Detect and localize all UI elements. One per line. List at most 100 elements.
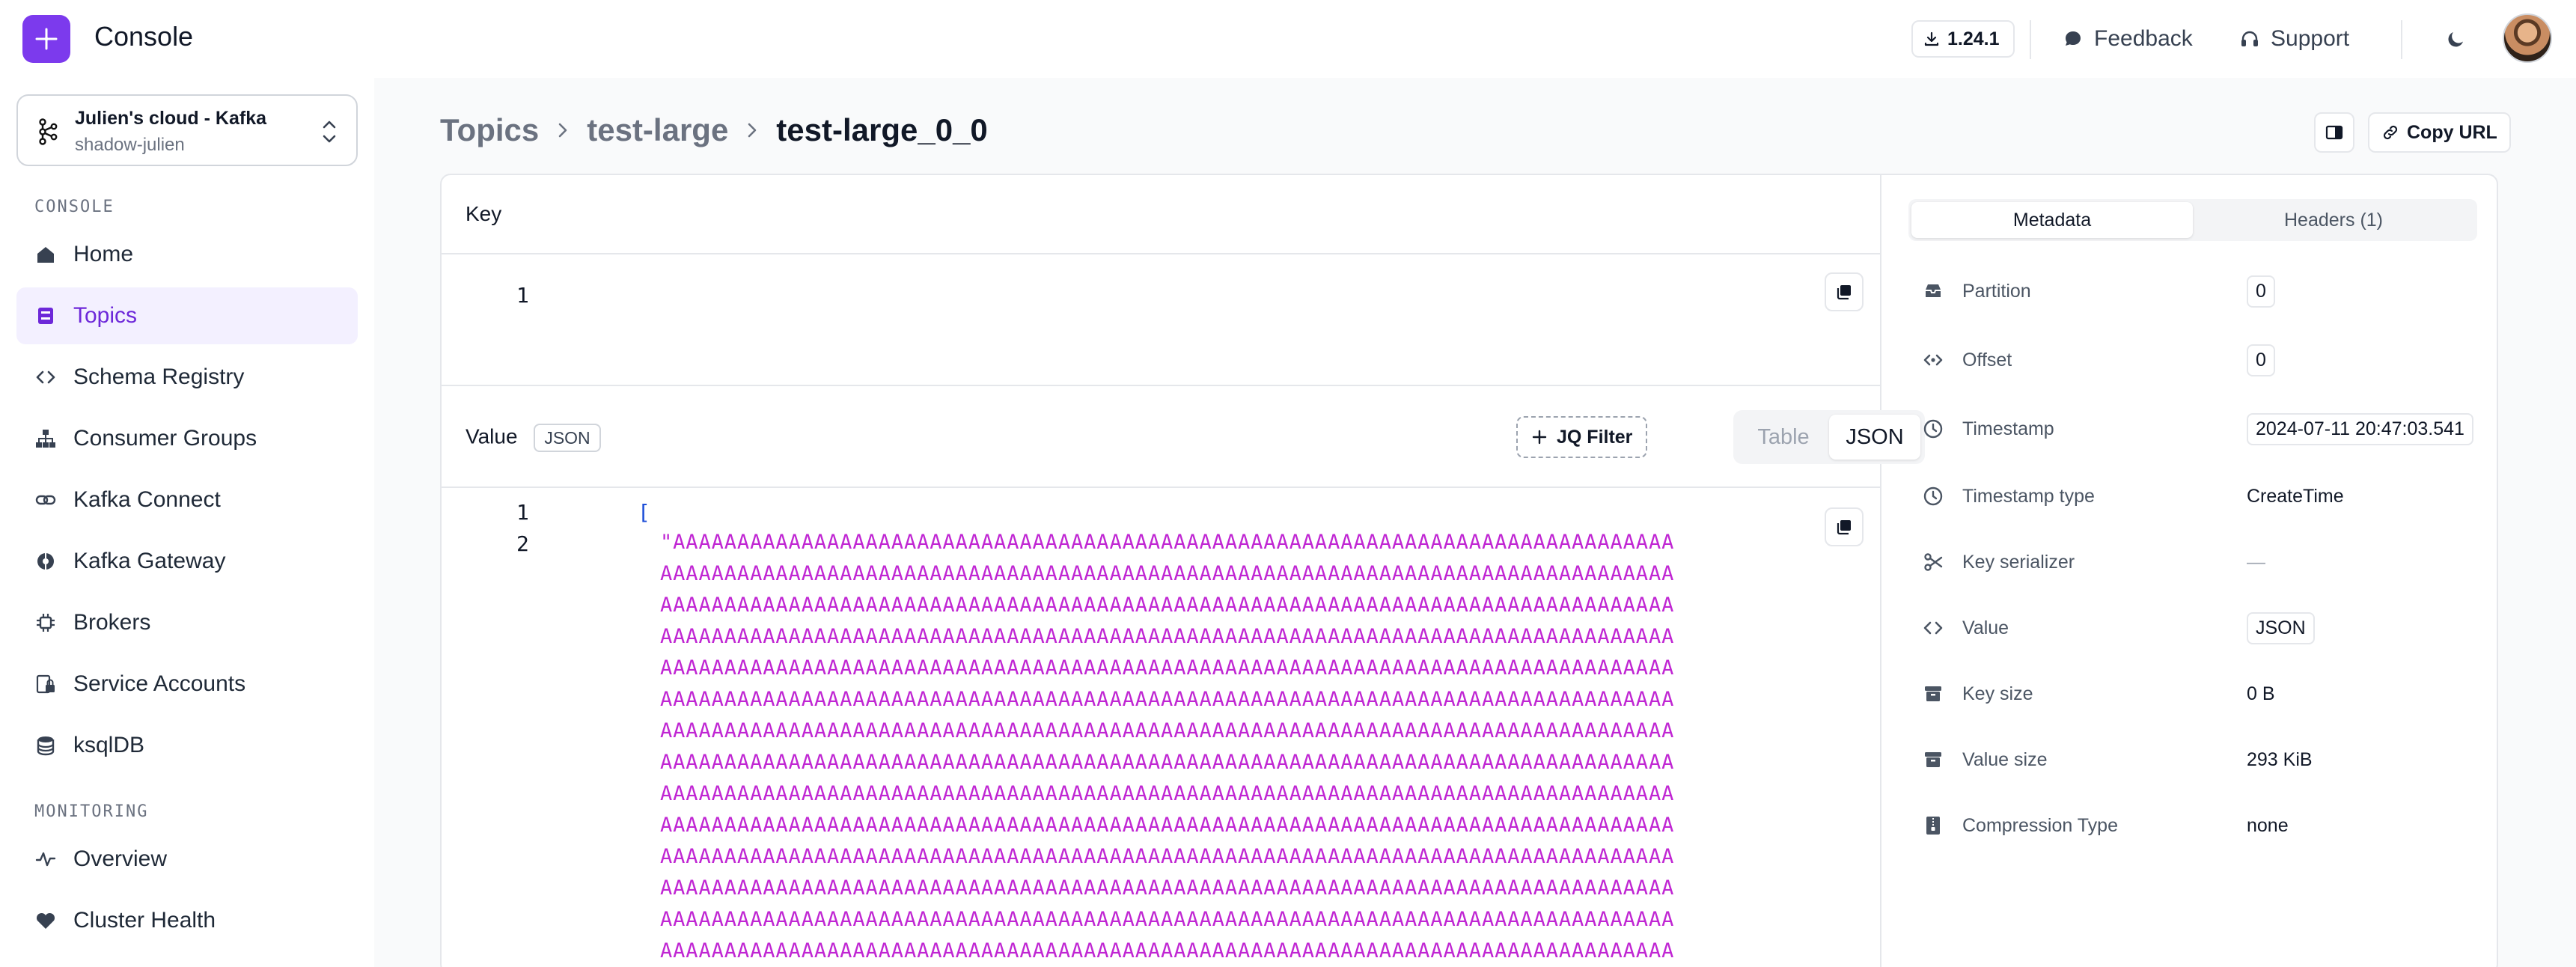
code-line: AAAAAAAAAAAAAAAAAAAAAAAAAAAAAAAAAAAAAAAA… bbox=[660, 908, 1675, 931]
value-label: Value bbox=[466, 424, 518, 448]
chevron-up-down-icon bbox=[323, 121, 336, 143]
headset-icon bbox=[2241, 31, 2258, 46]
code-line: AAAAAAAAAAAAAAAAAAAAAAAAAAAAAAAAAAAAAAAA… bbox=[660, 751, 1675, 774]
breadcrumb-topics[interactable]: Topics bbox=[440, 112, 539, 148]
chevron-right-icon bbox=[558, 123, 567, 138]
copy-icon bbox=[1837, 520, 1851, 535]
meta-value-size: Value size 293 KiB bbox=[1922, 741, 2476, 778]
compression-label: Compression Type bbox=[1962, 814, 2118, 836]
cluster-selector[interactable]: Julien's cloud - Kafka shadow-julien bbox=[16, 94, 358, 166]
cluster-name: Julien's cloud - Kafka bbox=[75, 108, 267, 129]
chat-bubble-icon bbox=[2066, 31, 2081, 46]
value-format-value: JSON bbox=[2247, 611, 2315, 644]
jq-filter-label: JQ Filter bbox=[1557, 426, 1633, 448]
copy-url-button[interactable]: Copy URL bbox=[2368, 112, 2511, 153]
message-content: Key 1 Value JSON JQ Filter Table JSON 1 … bbox=[442, 175, 1925, 967]
theme-toggle-button[interactable] bbox=[2440, 22, 2473, 55]
tab-headers[interactable]: Headers (1) bbox=[2193, 202, 2474, 238]
value-editor[interactable]: 1 [ 2 "AAAAAAAAAAAAAAAAAAAAAAAAAAAAAAAAA… bbox=[442, 488, 1880, 967]
gateway-icon bbox=[31, 547, 60, 576]
sidebar-item-cluster-health[interactable]: Cluster Health bbox=[16, 892, 358, 949]
line-number: 1 bbox=[516, 283, 529, 308]
compression-value: none bbox=[2247, 814, 2289, 836]
key-editor[interactable]: 1 bbox=[442, 254, 1880, 386]
sidebar-item-home[interactable]: Home bbox=[16, 226, 358, 283]
timestamp-type-label: Timestamp type bbox=[1962, 485, 2095, 507]
sidebar-item-consumer-groups[interactable]: Consumer Groups bbox=[16, 410, 358, 467]
divider bbox=[2030, 20, 2031, 59]
sidebar-item-label: Service Accounts bbox=[73, 671, 246, 696]
sidebar-item-overview[interactable]: Overview bbox=[16, 831, 358, 888]
sidebar-item-ksqldb[interactable]: ksqlDB bbox=[16, 717, 358, 774]
archive-icon bbox=[1922, 683, 1944, 705]
zip-file-icon bbox=[1922, 814, 1944, 837]
meta-offset: Offset 0 bbox=[1922, 341, 2476, 379]
chevron-right-icon bbox=[748, 123, 757, 138]
code-line: AAAAAAAAAAAAAAAAAAAAAAAAAAAAAAAAAAAAAAAA… bbox=[660, 594, 1675, 617]
breadcrumb-topic[interactable]: test-large bbox=[587, 112, 728, 148]
plus-icon bbox=[1532, 430, 1547, 445]
sidebar-item-label: Consumer Groups bbox=[73, 426, 257, 451]
cluster-subtitle: shadow-julien bbox=[75, 135, 185, 155]
jq-filter-button[interactable]: JQ Filter bbox=[1516, 416, 1648, 458]
sidebar-item-brokers[interactable]: Brokers bbox=[16, 594, 358, 651]
copy-url-label: Copy URL bbox=[2407, 121, 2497, 143]
tab-metadata[interactable]: Metadata bbox=[1911, 202, 2193, 238]
feedback-label: Feedback bbox=[2094, 26, 2193, 51]
value-format-label: Value bbox=[1962, 617, 2009, 638]
copy-key-button[interactable] bbox=[1825, 272, 1864, 311]
meta-timestamp-type: Timestamp type CreateTime bbox=[1922, 478, 2476, 515]
partition-label: Partition bbox=[1962, 280, 2031, 302]
sidebar-item-label: Kafka Gateway bbox=[73, 549, 226, 573]
sidebar-item-kafka-gateway[interactable]: Kafka Gateway bbox=[16, 533, 358, 590]
divider bbox=[2401, 20, 2402, 59]
meta-compression: Compression Type none bbox=[1922, 807, 2476, 844]
meta-key-serializer: Key serializer — bbox=[1922, 543, 2476, 581]
clock-icon bbox=[1922, 418, 1944, 440]
key-serializer-value: — bbox=[2247, 551, 2265, 573]
metadata-tabs: Metadata Headers (1) bbox=[1908, 199, 2477, 241]
code-line: AAAAAAAAAAAAAAAAAAAAAAAAAAAAAAAAAAAAAAAA… bbox=[660, 625, 1675, 648]
database-icon bbox=[31, 731, 60, 760]
key-serializer-label: Key serializer bbox=[1962, 551, 2075, 573]
copy-value-button[interactable] bbox=[1825, 507, 1864, 546]
sidebar-item-label: Kafka Connect bbox=[73, 487, 221, 512]
meta-timestamp: Timestamp 2024-07-11 20:47:03.541 bbox=[1922, 410, 2476, 448]
version-button[interactable]: 1.24.1 bbox=[1911, 20, 2015, 58]
key-header: Key bbox=[442, 175, 1880, 254]
support-button[interactable]: Support bbox=[2239, 22, 2349, 55]
code-line: AAAAAAAAAAAAAAAAAAAAAAAAAAAAAAAAAAAAAAAA… bbox=[660, 876, 1675, 900]
sidebar-item-label: ksqlDB bbox=[73, 733, 145, 757]
key-size-label: Key size bbox=[1962, 683, 2033, 704]
heart-icon bbox=[31, 906, 60, 935]
version-label: 1.24.1 bbox=[1947, 28, 2000, 49]
meta-key-size: Key size 0 B bbox=[1922, 675, 2476, 713]
user-avatar[interactable] bbox=[2503, 13, 2552, 63]
breadcrumb: Topics test-large test-large_0_0 bbox=[440, 112, 988, 148]
code-icon bbox=[31, 363, 60, 391]
view-table-button[interactable]: Table bbox=[1738, 415, 1829, 460]
console-logo-icon[interactable] bbox=[22, 15, 70, 63]
sidebar-item-service-accounts[interactable]: Service Accounts bbox=[16, 656, 358, 713]
partition-icon bbox=[1922, 280, 1944, 302]
moon-icon bbox=[2448, 32, 2463, 47]
scissors-icon bbox=[1922, 551, 1944, 573]
meta-partition: Partition 0 bbox=[1922, 272, 2476, 310]
section-label-console: CONSOLE bbox=[34, 198, 115, 216]
timestamp-value: 2024-07-11 20:47:03.541 bbox=[2247, 412, 2473, 445]
sidebar-item-label: Home bbox=[73, 242, 134, 266]
offset-label: Offset bbox=[1962, 349, 2012, 370]
feedback-button[interactable]: Feedback bbox=[2063, 22, 2193, 55]
toggle-side-panel-button[interactable] bbox=[2314, 112, 2354, 153]
app-title: Console bbox=[94, 21, 194, 52]
sidebar-item-kafka-connect[interactable]: Kafka Connect bbox=[16, 472, 358, 528]
support-label: Support bbox=[2271, 26, 2350, 51]
kafka-icon bbox=[39, 118, 58, 145]
sidebar-item-topics[interactable]: Topics bbox=[16, 287, 358, 344]
clock-icon bbox=[1922, 485, 1944, 507]
link-chain-icon bbox=[2383, 125, 2398, 140]
sidebar-item-label: Schema Registry bbox=[73, 364, 245, 389]
link-icon bbox=[31, 486, 60, 514]
sidebar-item-schema-registry[interactable]: Schema Registry bbox=[16, 349, 358, 406]
value-size-label: Value size bbox=[1962, 748, 2048, 770]
